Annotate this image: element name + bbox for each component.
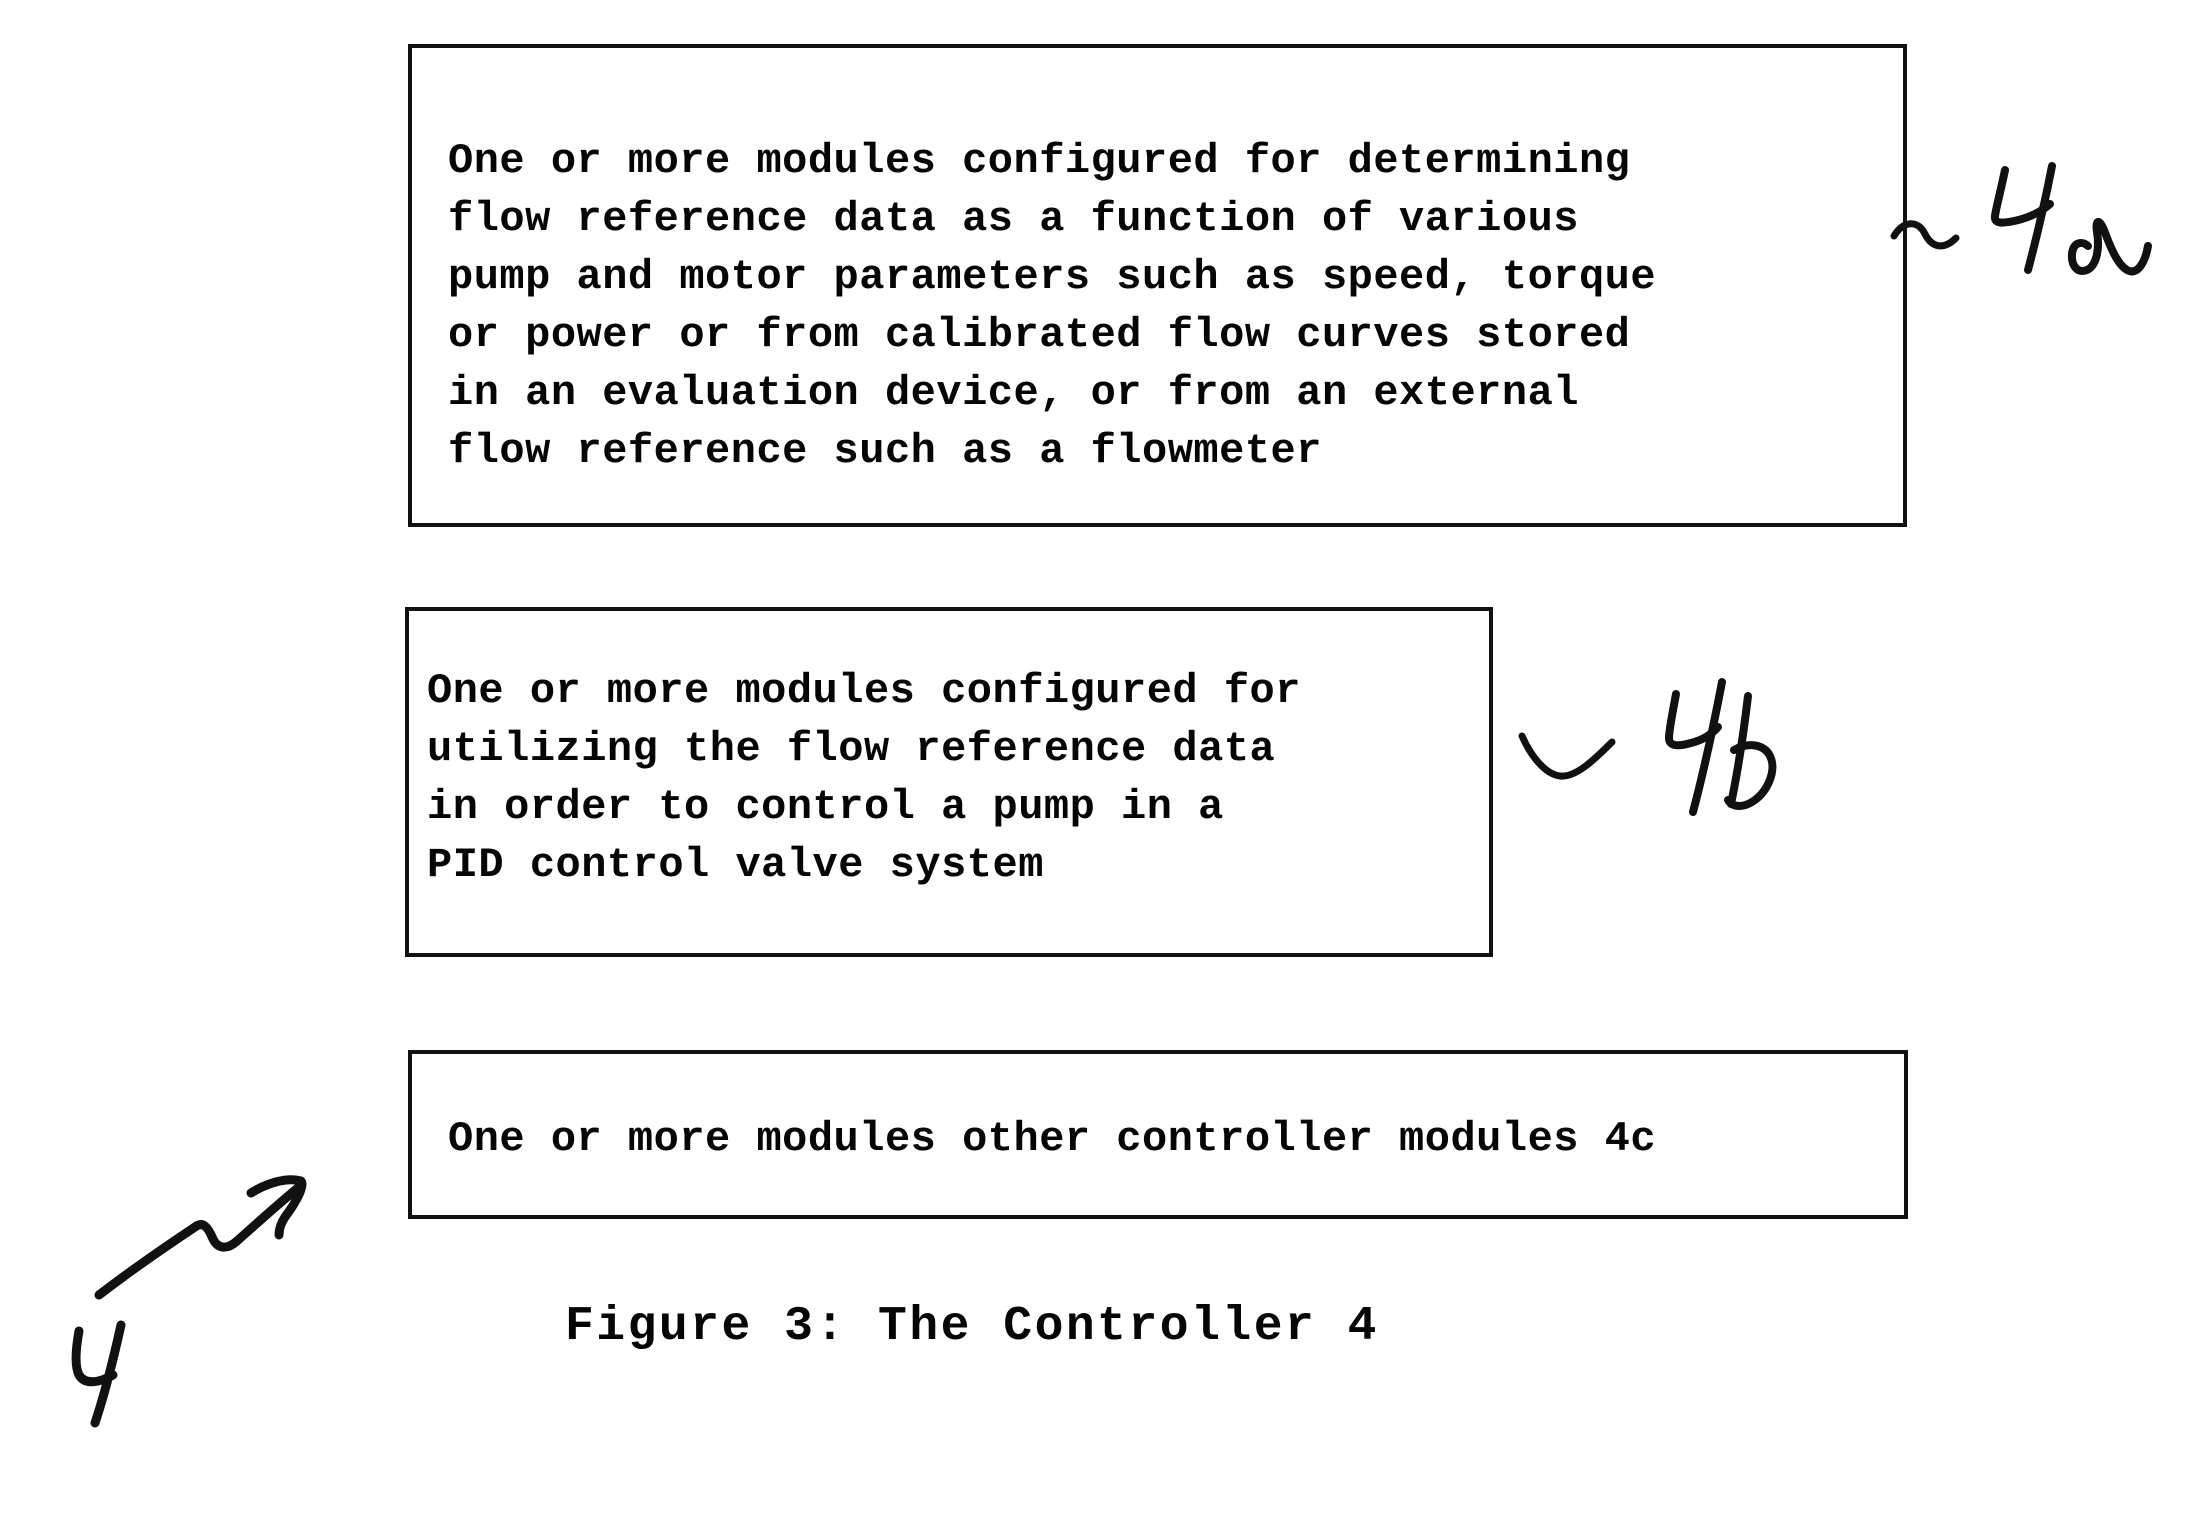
handwritten-reference-4a: 4a (1890, 150, 2204, 330)
module-box-4c-text: One or more modules other controller mod… (448, 1115, 1657, 1163)
module-box-4b: One or more modules configured for utili… (405, 607, 1493, 957)
module-box-4c: One or more modules other controller mod… (408, 1050, 1908, 1219)
module-box-4b-text: One or more modules configured for utili… (427, 667, 1301, 889)
handwritten-reference-4: 4 (55, 1155, 375, 1455)
module-box-4a-text: One or more modules configured for deter… (448, 137, 1657, 475)
handwritten-reference-4b: 4b (1518, 678, 1850, 870)
handwritten-4b-strokes (1518, 678, 1777, 816)
handwritten-4-arrow-strokes (71, 1175, 307, 1428)
handwritten-4a-strokes (1890, 162, 2152, 276)
module-box-4a: One or more modules configured for deter… (408, 44, 1907, 527)
figure-caption: Figure 3: The Controller 4 (565, 1300, 1379, 1354)
patent-figure-page: One or more modules configured for deter… (0, 0, 2204, 1533)
